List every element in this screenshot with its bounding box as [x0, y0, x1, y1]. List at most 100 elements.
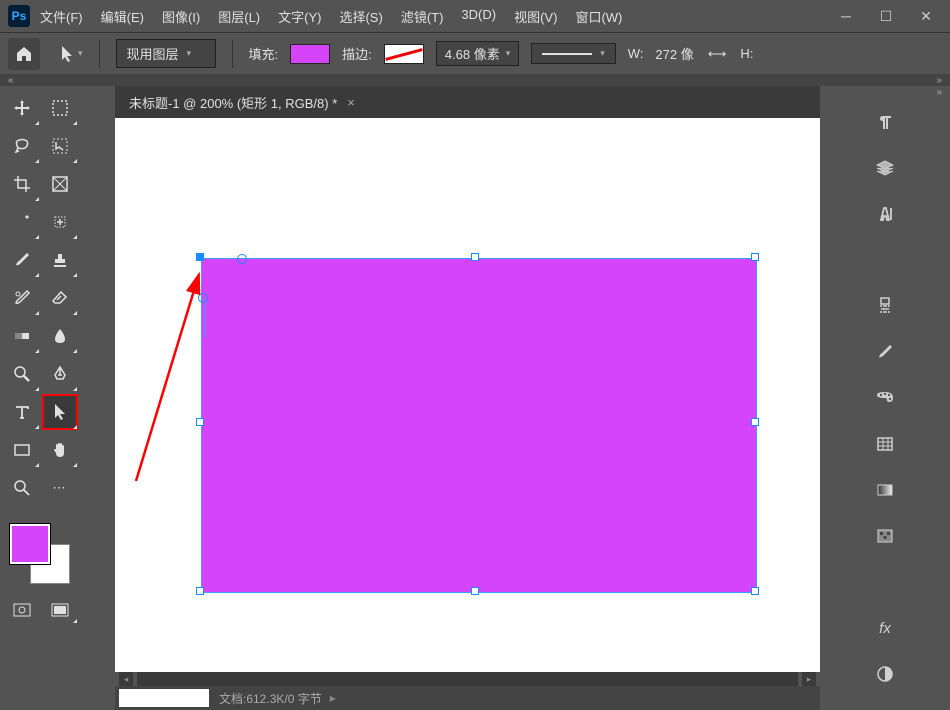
color-panel-icon[interactable]	[873, 386, 897, 410]
menu-select[interactable]: 选择(S)	[339, 7, 382, 26]
layer-dropdown[interactable]: 现用图层 ▾	[116, 39, 216, 68]
handle-tm[interactable]	[471, 253, 479, 261]
handle-bl[interactable]	[196, 587, 204, 595]
handle-tl[interactable]	[196, 253, 204, 261]
rectangle-tool[interactable]	[4, 432, 40, 468]
maximize-button[interactable]: ☐	[878, 8, 894, 25]
app-logo: Ps	[8, 5, 30, 27]
width-label: W:	[628, 46, 644, 61]
tab-close-button[interactable]: ×	[347, 95, 355, 110]
eyedropper-tool[interactable]	[4, 204, 40, 240]
layer-dropdown-label: 现用图层	[127, 44, 179, 63]
collapse-right-icon[interactable]: »	[936, 75, 942, 86]
history-brush-tool[interactable]	[4, 280, 40, 316]
width-input[interactable]: 272 像	[655, 44, 693, 63]
status-bar: 文档:612.3K/0 字节 ▸	[115, 686, 820, 710]
eraser-tool[interactable]	[42, 280, 78, 316]
brushes-panel-icon[interactable]	[873, 340, 897, 364]
handle-br[interactable]	[751, 587, 759, 595]
menu-image[interactable]: 图像(I)	[162, 7, 200, 26]
cursor-icon	[60, 45, 74, 63]
canvas[interactable]	[115, 118, 820, 672]
screen-mode-button[interactable]	[42, 596, 78, 624]
menu-layer[interactable]: 图层(L)	[218, 7, 260, 26]
more-tools[interactable]: ⋯	[42, 470, 78, 506]
blur-tool[interactable]	[42, 318, 78, 354]
handle-tr[interactable]	[751, 253, 759, 261]
height-label: H:	[740, 46, 753, 61]
status-text: 文档:612.3K/0 字节	[219, 690, 322, 707]
scroll-track[interactable]	[137, 672, 798, 686]
character-panel-icon[interactable]	[873, 202, 897, 226]
status-menu-arrow[interactable]: ▸	[330, 691, 336, 705]
color-swatches	[0, 518, 115, 592]
menu-type[interactable]: 文字(Y)	[278, 7, 321, 26]
tool-dropdown-arrow[interactable]: ▾	[78, 48, 83, 59]
zoom-input[interactable]	[119, 689, 209, 707]
optionsbar: ▾ 现用图层 ▾ 填充: 描边: 4.68 像素 ▾ ▾ W: 272 像 ⟷ …	[0, 32, 950, 74]
patterns-panel-icon[interactable]	[873, 524, 897, 548]
menu-3d[interactable]: 3D(D)	[461, 7, 496, 26]
document-area: 未标题-1 @ 200% (矩形 1, RGB/8) * × ◂ ▸	[115, 86, 820, 710]
foreground-color[interactable]	[10, 524, 50, 564]
pen-tool[interactable]	[42, 356, 78, 392]
crop-tool[interactable]	[4, 166, 40, 202]
scroll-right-button[interactable]: ▸	[802, 672, 816, 686]
brush-tool[interactable]	[4, 242, 40, 278]
zoom-tool[interactable]	[4, 470, 40, 506]
fill-color-picker[interactable]	[290, 44, 330, 64]
frame-tool[interactable]	[42, 166, 78, 202]
right-panels: » fx	[820, 86, 950, 710]
guide-line	[205, 298, 206, 338]
path-selection-tool[interactable]	[42, 394, 78, 430]
rectangle-shape[interactable]	[201, 258, 757, 593]
paragraph-panel-icon[interactable]	[873, 110, 897, 134]
stroke-color-picker[interactable]	[384, 44, 424, 64]
fill-label: 填充:	[249, 44, 279, 63]
stroke-label: 描边:	[342, 44, 372, 63]
menu-view[interactable]: 视图(V)	[514, 7, 557, 26]
menu-file[interactable]: 文件(F)	[40, 7, 83, 26]
gradients-panel-icon[interactable]	[873, 478, 897, 502]
collapse-row: « »	[0, 74, 950, 86]
swatches-panel-icon[interactable]	[873, 294, 897, 318]
close-button[interactable]: ✕	[918, 8, 934, 25]
menu-window[interactable]: 窗口(W)	[575, 7, 622, 26]
toolbar: ⋯	[0, 86, 115, 710]
stroke-style-dropdown[interactable]: ▾	[531, 43, 616, 64]
stamp-tool[interactable]	[42, 242, 78, 278]
marquee-tool[interactable]	[42, 90, 78, 126]
quick-select-tool[interactable]	[42, 128, 78, 164]
document-tabs: 未标题-1 @ 200% (矩形 1, RGB/8) * ×	[115, 86, 820, 118]
menu-filter[interactable]: 滤镜(T)	[401, 7, 444, 26]
layers-panel-icon[interactable]	[873, 156, 897, 180]
menu-edit[interactable]: 编辑(E)	[101, 7, 144, 26]
move-tool[interactable]	[4, 90, 40, 126]
panel-collapse-icon[interactable]: »	[936, 87, 942, 98]
styles-panel-icon[interactable]: fx	[873, 616, 897, 640]
collapse-left-icon[interactable]: «	[8, 75, 14, 86]
menubar: Ps 文件(F) 编辑(E) 图像(I) 图层(L) 文字(Y) 选择(S) 滤…	[0, 0, 950, 32]
corner-radius-handle-2[interactable]	[198, 293, 208, 303]
stroke-width-input[interactable]: 4.68 像素 ▾	[436, 41, 519, 66]
handle-ml[interactable]	[196, 418, 204, 426]
corner-radius-handle-1[interactable]	[237, 254, 247, 264]
type-tool[interactable]	[4, 394, 40, 430]
healing-tool[interactable]	[42, 204, 78, 240]
dodge-tool[interactable]	[4, 356, 40, 392]
horizontal-scrollbar[interactable]: ◂ ▸	[115, 672, 820, 686]
stroke-line-preview	[542, 53, 592, 55]
handle-mr[interactable]	[751, 418, 759, 426]
link-wh-icon[interactable]: ⟷	[708, 46, 727, 62]
scroll-left-button[interactable]: ◂	[119, 672, 133, 686]
lasso-tool[interactable]	[4, 128, 40, 164]
gradient-tool[interactable]	[4, 318, 40, 354]
adjustments-panel-icon[interactable]	[873, 662, 897, 686]
handle-bm[interactable]	[471, 587, 479, 595]
hand-tool[interactable]	[42, 432, 78, 468]
minimize-button[interactable]: ─	[838, 8, 854, 25]
quick-mask-button[interactable]	[4, 596, 40, 624]
home-button[interactable]	[8, 38, 40, 70]
properties-panel-icon[interactable]	[873, 432, 897, 456]
document-tab-title[interactable]: 未标题-1 @ 200% (矩形 1, RGB/8) *	[129, 93, 337, 112]
